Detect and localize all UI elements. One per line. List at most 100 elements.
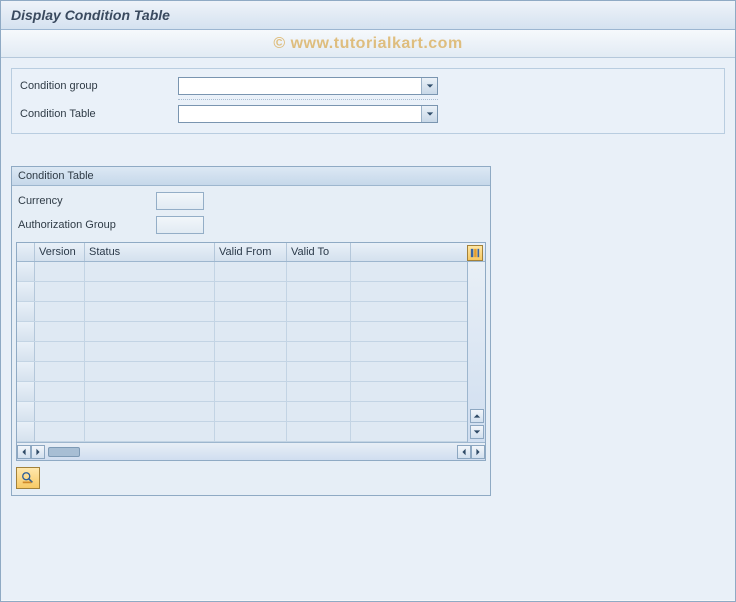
grid: Version Status Valid From Valid To [16, 242, 486, 461]
row-selector[interactable] [17, 422, 35, 441]
cell-valid-to[interactable] [287, 402, 351, 421]
col-header-version[interactable]: Version [35, 243, 85, 261]
scroll-thumb[interactable] [48, 447, 80, 457]
cell-spacer [351, 342, 467, 361]
grid-body [17, 262, 467, 442]
row-selector[interactable] [17, 382, 35, 401]
cell-valid-from[interactable] [215, 422, 287, 441]
cell-spacer [351, 322, 467, 341]
cell-version[interactable] [35, 282, 85, 301]
cell-valid-to[interactable] [287, 302, 351, 321]
cell-valid-from[interactable] [215, 402, 287, 421]
scroll-right-button[interactable] [31, 445, 45, 459]
cell-version[interactable] [35, 342, 85, 361]
cell-version[interactable] [35, 382, 85, 401]
row-selector[interactable] [17, 342, 35, 361]
table-row[interactable] [17, 362, 467, 382]
cell-status[interactable] [85, 282, 215, 301]
cell-version[interactable] [35, 362, 85, 381]
col-header-valid-to[interactable]: Valid To [287, 243, 351, 261]
auth-group-row: Authorization Group [16, 214, 486, 236]
condition-group-combo[interactable] [178, 77, 438, 95]
cell-status[interactable] [85, 382, 215, 401]
row-selector[interactable] [17, 322, 35, 341]
scroll-right-button-2[interactable] [471, 445, 485, 459]
cell-status[interactable] [85, 302, 215, 321]
col-header-status[interactable]: Status [85, 243, 215, 261]
row-selector[interactable] [17, 402, 35, 421]
cell-valid-from[interactable] [215, 342, 287, 361]
configure-columns-button[interactable] [467, 245, 483, 261]
horizontal-scrollbar[interactable] [17, 442, 485, 460]
cell-valid-to[interactable] [287, 262, 351, 281]
cell-status[interactable] [85, 342, 215, 361]
cell-valid-from[interactable] [215, 262, 287, 281]
condition-table-row: Condition Table [18, 103, 718, 125]
vertical-scrollbar[interactable] [467, 262, 485, 442]
table-row[interactable] [17, 422, 467, 442]
cell-valid-from[interactable] [215, 362, 287, 381]
col-header-valid-from[interactable]: Valid From [215, 243, 287, 261]
table-row[interactable] [17, 302, 467, 322]
row-selector[interactable] [17, 282, 35, 301]
cell-valid-from[interactable] [215, 282, 287, 301]
cell-valid-to[interactable] [287, 382, 351, 401]
cell-status[interactable] [85, 322, 215, 341]
scroll-up-button[interactable] [470, 409, 484, 423]
toolbar-strip: © www.tutorialkart.com [1, 30, 735, 58]
cell-version[interactable] [35, 262, 85, 281]
chevron-down-icon[interactable] [421, 78, 437, 94]
cell-spacer [351, 282, 467, 301]
condition-group-label: Condition group [18, 80, 178, 92]
chevron-down-icon[interactable] [421, 106, 437, 122]
row-selector-header [17, 243, 35, 261]
cell-version[interactable] [35, 322, 85, 341]
cell-spacer [351, 262, 467, 281]
row-selector[interactable] [17, 262, 35, 281]
table-row[interactable] [17, 262, 467, 282]
auth-group-field[interactable] [156, 216, 204, 234]
table-row[interactable] [17, 402, 467, 422]
divider [178, 99, 438, 100]
cell-valid-to[interactable] [287, 282, 351, 301]
cell-valid-from[interactable] [215, 382, 287, 401]
cell-valid-to[interactable] [287, 422, 351, 441]
table-row[interactable] [17, 322, 467, 342]
cell-spacer [351, 382, 467, 401]
table-row[interactable] [17, 342, 467, 362]
cell-version[interactable] [35, 422, 85, 441]
cell-valid-from[interactable] [215, 322, 287, 341]
grid-header: Version Status Valid From Valid To [17, 243, 485, 262]
cell-status[interactable] [85, 422, 215, 441]
watermark-text: © www.tutorialkart.com [273, 35, 462, 53]
condition-table-label: Condition Table [18, 108, 178, 120]
details-button[interactable] [16, 467, 40, 489]
cell-version[interactable] [35, 302, 85, 321]
row-selector[interactable] [17, 302, 35, 321]
cell-valid-to[interactable] [287, 322, 351, 341]
scroll-left-button-2[interactable] [457, 445, 471, 459]
cell-valid-to[interactable] [287, 362, 351, 381]
condition-table-combo[interactable] [178, 105, 438, 123]
scroll-left-button[interactable] [17, 445, 31, 459]
table-row[interactable] [17, 382, 467, 402]
currency-field[interactable] [156, 192, 204, 210]
cell-status[interactable] [85, 402, 215, 421]
cell-spacer [351, 302, 467, 321]
cell-status[interactable] [85, 362, 215, 381]
table-row[interactable] [17, 282, 467, 302]
grid-header-spacer [351, 243, 485, 261]
selection-block: Condition group Condition Table [11, 68, 725, 134]
condition-table-input[interactable] [179, 106, 421, 122]
cell-status[interactable] [85, 262, 215, 281]
scroll-down-button[interactable] [470, 425, 484, 439]
row-selector[interactable] [17, 362, 35, 381]
condition-group-input[interactable] [179, 78, 421, 94]
cell-spacer [351, 402, 467, 421]
page-title: Display Condition Table [11, 7, 725, 23]
cell-valid-from[interactable] [215, 302, 287, 321]
cell-version[interactable] [35, 402, 85, 421]
currency-label: Currency [16, 195, 156, 207]
cell-valid-to[interactable] [287, 342, 351, 361]
panel-body: Currency Authorization Group Version Sta… [12, 186, 490, 495]
